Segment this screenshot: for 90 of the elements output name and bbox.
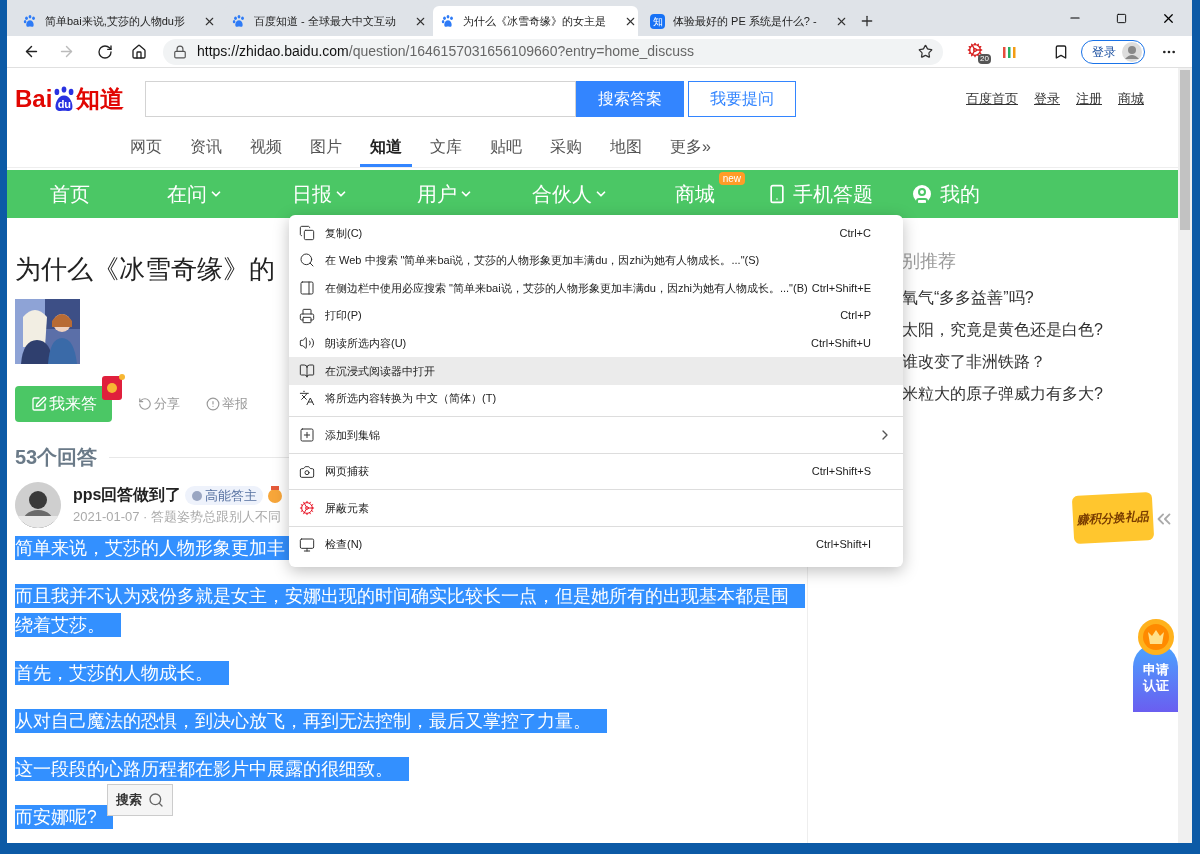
author-badge: 高能答主 [185, 485, 264, 505]
url-text: https://zhidao.baidu.com/question/1646157031656109660?entry=home_discuss [197, 42, 694, 61]
channel-link[interactable]: 地图 [600, 130, 652, 167]
speaker-icon [299, 335, 315, 352]
header-link[interactable]: 百度首页 [966, 89, 1018, 109]
header-link[interactable]: 商城 [1118, 89, 1144, 109]
menu-item[interactable]: 检查(N) Ctrl+Shift+I [289, 530, 903, 559]
tab-title: 为什么《冰雪奇缘》的女主是 [463, 13, 606, 29]
scrollbar[interactable] [1178, 68, 1192, 843]
lock-icon [173, 44, 187, 59]
browser-tab[interactable]: 为什么《冰雪奇缘》的女主是 [433, 6, 638, 36]
search-button[interactable]: 搜索答案 [576, 81, 684, 117]
channel-link[interactable]: 视频 [240, 130, 292, 167]
points-badge[interactable]: 赚积分换礼品 [1071, 491, 1155, 545]
answer-paragraph: 首先，艾莎的人物成长。 [15, 659, 805, 688]
printer-icon [299, 307, 315, 324]
header-link[interactable]: 注册 [1076, 89, 1102, 109]
sidebar-heading: 别推荐 [902, 250, 957, 273]
menu-item[interactable]: 在沉浸式阅读器中打开 [289, 356, 903, 385]
gear-icon [299, 500, 315, 517]
count-badge: 20 [978, 53, 991, 64]
book-icon [299, 362, 315, 379]
maximize-icon[interactable] [1116, 12, 1127, 24]
menu-item[interactable]: 屏蔽元素 [289, 494, 903, 522]
shortcut-text: Ctrl+C [839, 225, 871, 241]
baidu-logo[interactable]: Bai du 知道 [15, 81, 133, 117]
address-bar[interactable]: https://zhidao.baidu.com/question/1646157031656109660?entry=home_discuss [163, 38, 943, 65]
channel-link[interactable]: 图片 [300, 130, 352, 167]
channel-link[interactable]: 更多» [660, 130, 721, 167]
recommendation-link[interactable]: 氧气“多多益善”吗? [902, 287, 1178, 309]
plus-square-icon [299, 426, 315, 443]
answer-paragraph: 而且我并不认为戏份多就是女主，安娜出现的时间确实比较长一点，但是她所有的出现基本都是围绕着艾莎。 [15, 582, 805, 640]
bookmark-icon[interactable] [1053, 43, 1069, 60]
menu-item[interactable]: 复制(C) Ctrl+C [289, 219, 903, 247]
back-icon[interactable] [23, 43, 40, 60]
paw-icon [23, 14, 37, 28]
channel-link[interactable]: 贴吧 [480, 130, 532, 167]
crown-icon [1136, 618, 1175, 656]
home-icon[interactable] [131, 43, 147, 60]
tab-title: 百度知道 - 全球最大中文互动 [254, 13, 396, 29]
shortcut-text: Ctrl+P [840, 308, 871, 324]
share-icon [138, 397, 152, 411]
recommendation-link[interactable]: 谁改变了非洲铁路？ [902, 351, 1178, 373]
ask-button[interactable]: 我要提问 [688, 81, 796, 117]
avatar-icon [1122, 41, 1142, 62]
menu-item[interactable]: 在 Web 中搜索 "简单来bai说，艾莎的人物形象更加丰满du，因zhi为她有人物成长。..."(S) [289, 246, 903, 275]
search-icon [299, 252, 315, 269]
shortcut-text: Ctrl+Shift+U [811, 335, 871, 351]
menu-item[interactable]: 打印(P) Ctrl+P [289, 301, 903, 330]
header-link[interactable]: 登录 [1034, 89, 1060, 109]
envelope-icon [100, 374, 126, 402]
menu-item[interactable]: 朗读所选内容(U) Ctrl+Shift+U [289, 329, 903, 357]
answer-meta: 2021-01-07 · 答题姿势总跟别人不同 [73, 508, 283, 527]
channel-link[interactable]: 知道 [360, 130, 412, 167]
alert-icon [206, 397, 220, 411]
menu-item[interactable]: 将所选内容转换为 中文（简体）(T) [289, 384, 903, 413]
translate-icon [299, 390, 315, 407]
camera-icon [299, 463, 315, 480]
tab-title: 体验最好的 PE 系统是什么? - [673, 13, 817, 29]
star-icon[interactable] [918, 44, 933, 59]
search-field[interactable] [145, 81, 576, 117]
answer-count: 53个回答 [15, 445, 98, 470]
panel-icon [299, 280, 315, 296]
recommendation-link[interactable]: 米粒大的原子弹威力有多大? [902, 383, 1178, 405]
question-title: 为什么《冰雪奇缘》的 [15, 253, 275, 286]
medal-icon [267, 486, 284, 505]
shortcut-text: Ctrl+Shift+E [811, 280, 871, 296]
favicon: 知 [650, 13, 665, 29]
paw-icon [232, 14, 246, 28]
refresh-icon[interactable] [97, 43, 113, 60]
channel-link[interactable]: 网页 [120, 130, 172, 167]
monitor-icon [299, 536, 315, 553]
shortcut-text: Ctrl+Shift+S [811, 464, 871, 480]
menu-item[interactable]: 添加到集锦 [289, 421, 903, 449]
menu-item[interactable]: 在侧边栏中使用必应搜索 "简单来bai说，艾莎的人物形象更加丰满du，因zhi为她有人物成长。..."(B) Ctrl+Shift+E [289, 274, 903, 302]
copy-icon [299, 224, 315, 241]
pen-icon [30, 396, 47, 412]
author-name[interactable]: pps回答做到了 [73, 483, 182, 508]
new-tab-icon[interactable] [859, 13, 875, 29]
channel-link[interactable]: 文库 [420, 130, 472, 167]
channel-link[interactable]: 采购 [540, 130, 592, 167]
channel-link[interactable]: 资讯 [180, 130, 232, 167]
menu-item[interactable]: 网页捕获 Ctrl+Shift+S [289, 457, 903, 486]
answer-paragraph: 这一段段的心路历程都在影片中展露的很细致。 [15, 755, 805, 784]
new-badge: new [718, 172, 745, 185]
search-icon [148, 792, 164, 808]
tab-title: 简单bai来说,艾莎的人物du形 [45, 13, 185, 29]
recommendation-link[interactable]: 太阳，究竟是黄色还是白色? [902, 319, 1178, 341]
shortcut-text: Ctrl+Shift+I [815, 537, 871, 553]
paw-icon [441, 14, 455, 28]
